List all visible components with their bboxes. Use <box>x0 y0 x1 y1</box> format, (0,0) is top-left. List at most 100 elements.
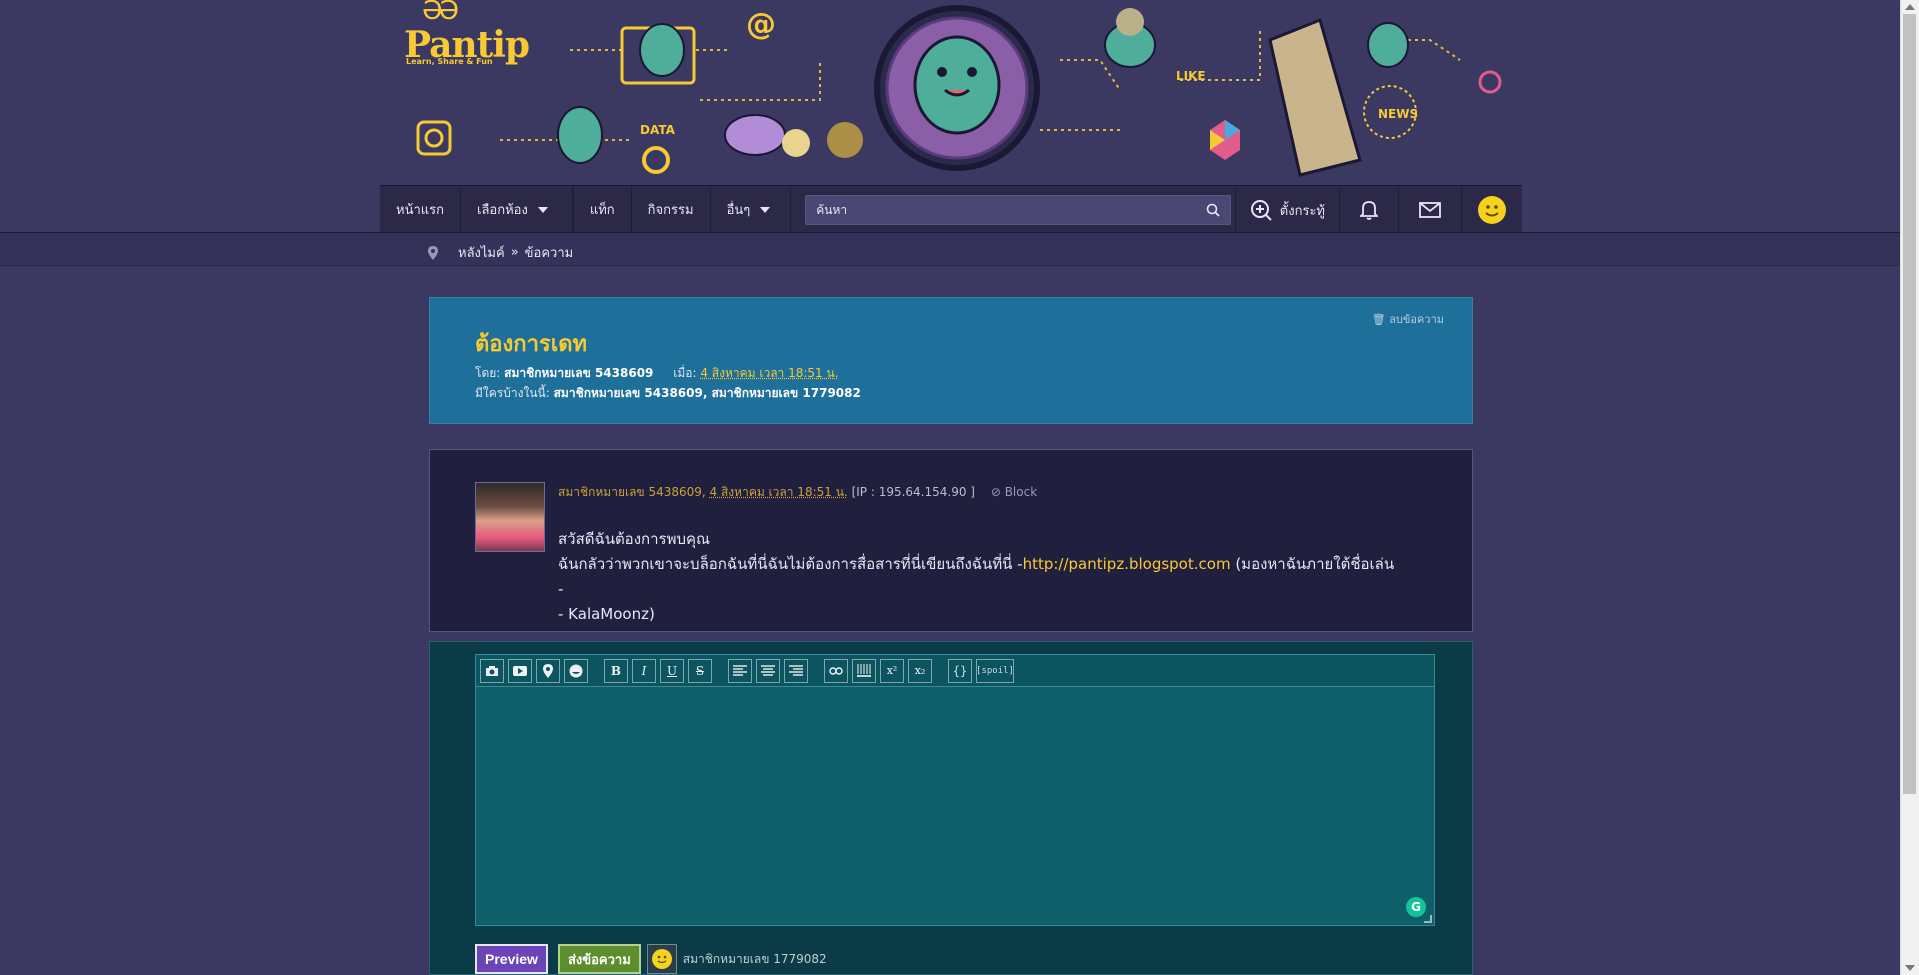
nav-activities[interactable]: กิจกรรม <box>632 185 711 234</box>
smiley-icon <box>651 949 672 969</box>
smiley-avatar-icon <box>1478 196 1506 224</box>
link-icon <box>829 666 843 675</box>
avatar[interactable] <box>475 482 545 552</box>
topic-title: ต้องการเดท <box>475 332 588 357</box>
strikethrough-button[interactable]: S <box>688 658 712 683</box>
user-avatar-button[interactable] <box>1461 186 1522 234</box>
superscript-button[interactable]: x² <box>880 658 904 683</box>
delete-message-link[interactable]: 🗑 ลบข้อความ <box>1372 310 1444 328</box>
hr-icon <box>857 663 871 677</box>
main-navbar: หน้าแรก เลือกห้อง แท็ก กิจกรรม อื่นๆ ตั้… <box>380 185 1522 234</box>
post-line-2-prefix: ฉันกลัวว่าพวกเขาจะบล็อกฉันที่นี่ฉันไม่ต้… <box>558 555 1023 573</box>
reply-textarea[interactable] <box>476 687 1434 925</box>
nav-more-label: อื่นๆ <box>726 203 751 218</box>
delete-message-label: ลบข้อความ <box>1389 313 1444 326</box>
add-search-icon <box>1250 200 1272 221</box>
chevron-down-icon <box>537 206 548 213</box>
logo-tagline: Learn, Share & Fun <box>406 57 493 66</box>
scroll-thumb[interactable] <box>1903 14 1916 794</box>
block-label: Block <box>1004 485 1038 499</box>
post-line-2: ฉันกลัวว่าพวกเขาจะบล็อกฉันที่นี่ฉันไม่ต้… <box>558 552 1398 602</box>
nav-home[interactable]: หน้าแรก <box>380 185 461 234</box>
camera-icon <box>486 665 498 676</box>
reply-card: B I U S x² x₂ {} [spoil] G Preview ส่งข้… <box>429 641 1473 975</box>
topic-participants: มีใครบ้างในนี้: สมาชิกหมายเลข 5438609, ส… <box>475 384 861 403</box>
post-line-3: - KalaMoonz) <box>558 605 655 623</box>
preview-button[interactable]: Preview <box>475 944 548 974</box>
post-ip: [IP : 195.64.154.90 ] <box>851 485 975 499</box>
search-box <box>805 194 1232 225</box>
editor-toolbar: B I U S x² x₂ {} [spoil] <box>476 655 1434 687</box>
breadcrumb-root-link[interactable]: หลังไมค์ <box>458 242 505 263</box>
messages-button[interactable] <box>1398 186 1461 234</box>
insert-map-button[interactable] <box>536 658 560 683</box>
message-post: สมาชิกหมายเลข 5438609, 4 สิงหาคม เวลา 18… <box>429 449 1473 632</box>
breadcrumb: หลังไมค์ » ข้อความ <box>428 242 573 263</box>
code-button[interactable]: {} <box>948 658 972 683</box>
map-pin-icon <box>543 663 553 678</box>
header-banner: @ DATA LIKE NEWS ƏƏ Pantip Learn, Share … <box>0 0 1900 185</box>
bell-icon <box>1360 201 1378 220</box>
emoticon-picker-button[interactable] <box>646 944 677 974</box>
banner-like-label: LIKE <box>1176 69 1206 83</box>
scroll-up-icon[interactable] <box>1905 4 1915 10</box>
block-button[interactable]: ⊘ Block <box>991 485 1037 499</box>
send-message-button[interactable]: ส่งข้อความ <box>557 944 641 974</box>
align-center-button[interactable] <box>756 658 780 683</box>
search-input[interactable] <box>816 202 1207 217</box>
banner-illustration: @ DATA LIKE NEWS <box>416 5 1502 177</box>
youtube-icon <box>513 665 527 676</box>
resize-handle[interactable] <box>1424 915 1432 923</box>
post-meta: สมาชิกหมายเลข 5438609, 4 สิงหาคม เวลา 18… <box>558 485 1038 499</box>
when-label: เมื่อ: <box>673 366 697 380</box>
grammarly-icon[interactable]: G <box>1406 897 1426 917</box>
nav-select-room-label: เลือกห้อง <box>477 203 528 218</box>
nav-tags[interactable]: แท็ก <box>572 185 632 234</box>
align-right-button[interactable] <box>784 658 808 683</box>
trash-icon: 🗑 <box>1371 313 1386 326</box>
subscript-button[interactable]: x₂ <box>908 658 932 683</box>
topic-author[interactable]: สมาชิกหมายเลข 5438609 <box>504 366 653 380</box>
post-external-link[interactable]: http://pantipz.blogspot.com <box>1023 555 1231 573</box>
notifications-button[interactable] <box>1339 186 1398 234</box>
underline-button[interactable]: U <box>660 658 684 683</box>
bold-button[interactable]: B <box>604 658 628 683</box>
post-date: 4 สิงหาคม เวลา 18:51 น. <box>709 485 848 499</box>
reply-actions: Preview ส่งข้อความ สมาชิกหมายเลข 1779082 <box>475 944 827 974</box>
post-body: สวัสดีฉันต้องการพบคุณ ฉันกลัวว่าพวกเขาจะ… <box>558 527 1398 627</box>
horizontal-rule-button[interactable] <box>852 658 876 683</box>
create-topic-button[interactable]: ตั้งกระทู้ <box>1234 186 1339 234</box>
logo-eyes: ƏƏ <box>422 0 459 26</box>
align-left-icon <box>733 664 747 676</box>
search-icon[interactable] <box>1206 203 1220 217</box>
current-user-label: สมาชิกหมายเลข 1779082 <box>682 951 827 966</box>
map-pin-icon <box>428 245 438 260</box>
nav-tags-label: แท็ก <box>589 203 615 218</box>
breadcrumb-current: ข้อความ <box>524 246 574 261</box>
emoji-icon <box>569 664 583 677</box>
nav-activities-label: กิจกรรม <box>647 203 694 218</box>
topic-meta: โดย: สมาชิกหมายเลข 5438609 เมื่อ: 4 สิงห… <box>475 364 839 383</box>
breadcrumb-bar: หลังไมค์ » ข้อความ <box>0 233 1900 266</box>
align-left-button[interactable] <box>728 658 752 683</box>
insert-video-button[interactable] <box>508 658 532 683</box>
topic-header-card: 🗑 ลบข้อความ ต้องการเดท โดย: สมาชิกหมายเล… <box>429 297 1473 424</box>
by-label: โดย: <box>475 366 501 380</box>
topic-date: 4 สิงหาคม เวลา 18:51 น. <box>700 366 839 380</box>
banner-data-label: DATA <box>640 123 676 137</box>
nav-right-group: ตั้งกระทู้ <box>1234 186 1522 234</box>
spoiler-button[interactable]: [spoil] <box>976 658 1014 683</box>
post-author[interactable]: สมาชิกหมายเลข 5438609 <box>558 485 702 499</box>
create-topic-label: ตั้งกระทู้ <box>1279 203 1325 219</box>
insert-emoticon-button[interactable] <box>564 658 588 683</box>
italic-button[interactable]: I <box>632 658 656 683</box>
nav-select-room[interactable]: เลือกห้อง <box>461 185 573 234</box>
nav-more[interactable]: อื่นๆ <box>711 185 792 234</box>
scroll-down-icon[interactable] <box>1905 965 1915 971</box>
insert-image-button[interactable] <box>480 658 504 683</box>
pantip-logo[interactable]: ƏƏ Pantip Learn, Share & Fun <box>404 0 530 68</box>
page-scrollbar[interactable] <box>1900 0 1919 975</box>
insert-link-button[interactable] <box>824 658 848 683</box>
block-icon: ⊘ <box>990 485 1001 499</box>
breadcrumb-separator: » <box>510 245 519 260</box>
